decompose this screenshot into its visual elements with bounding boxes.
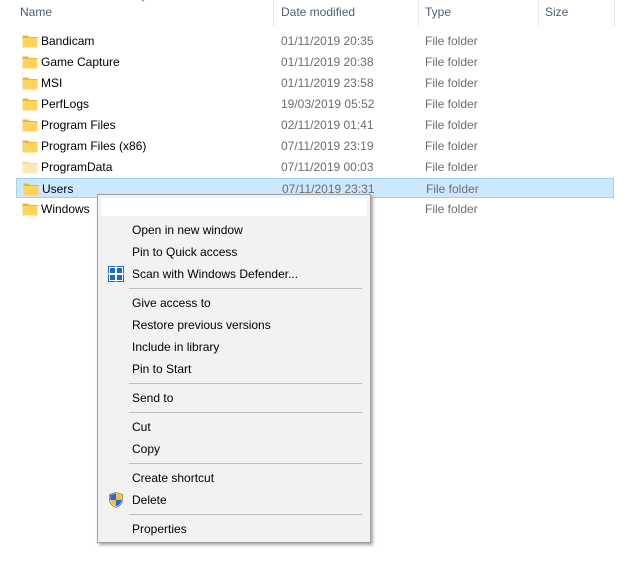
menu-item-label: Pin to Quick access [132,245,238,259]
menu-item-label: Scan with Windows Defender... [132,267,299,281]
folder-icon [23,182,39,196]
menu-item-cut[interactable]: Cut [101,416,367,438]
folder-icon [22,118,38,132]
menu-item-copy[interactable]: Copy [101,438,367,460]
file-row[interactable]: ProgramData 07/11/2019 00:03 File folder [16,157,614,177]
menu-item-restore-previous-versions[interactable]: Restore previous versions [101,314,367,336]
menu-separator [129,463,362,464]
file-name: Users [42,182,74,196]
column-header-bar: Name Date modified Type Size [0,0,625,26]
column-divider[interactable] [538,0,539,26]
file-row[interactable]: PerfLogs 19/03/2019 05:52 File folder [16,94,614,114]
file-date-modified: 01/11/2019 20:38 [281,55,374,69]
folder-icon [22,55,38,69]
file-type: File folder [426,182,479,196]
menu-item-label: Properties [132,522,187,536]
menu-item-pin-to-start[interactable]: Pin to Start [101,358,367,380]
hidden-folder-icon [22,160,38,174]
file-type: File folder [425,202,478,216]
folder-icon [22,139,38,153]
menu-item-scan-with-windows-defender[interactable]: Scan with Windows Defender... [101,263,367,285]
column-header-date-modified[interactable]: Date modified [281,0,355,26]
file-row[interactable]: Game Capture 01/11/2019 20:38 File folder [16,52,614,72]
file-type: File folder [425,97,478,111]
file-name: Program Files [41,118,116,132]
menu-separator [129,412,362,413]
menu-item-label: Send to [132,391,174,405]
file-date-modified: 19/03/2019 05:52 [281,97,375,111]
menu-separator [129,288,362,289]
menu-item-delete[interactable]: Delete [101,489,367,511]
menu-item-properties[interactable]: Properties [101,518,367,540]
file-name: MSI [41,76,63,90]
file-row[interactable]: Program Files 02/11/2019 01:41 File folder [16,115,614,135]
file-type: File folder [425,34,478,48]
windows-defender-icon [108,266,124,282]
file-date-modified: 01/11/2019 20:35 [281,34,374,48]
menu-item-create-shortcut[interactable]: Create shortcut [101,467,367,489]
menu-item-label: Copy [132,442,161,456]
menu-item-send-to[interactable]: Send to [101,387,367,409]
menu-item-label: Delete [132,493,167,507]
column-divider[interactable] [273,0,274,26]
file-type: File folder [425,55,478,69]
menu-item-label: Give access to [132,296,211,310]
column-divider[interactable] [614,0,615,26]
file-name: PerfLogs [41,97,90,111]
menu-item-open-in-new-window[interactable]: Open in new window [101,219,367,241]
file-type: File folder [425,160,478,174]
file-name: Windows [41,202,90,216]
menu-item-label: Restore previous versions [132,318,271,332]
menu-item-pin-to-quick-access[interactable]: Pin to Quick access [101,241,367,263]
file-name: Bandicam [41,34,95,48]
uac-shield-icon [108,492,124,508]
column-header-name[interactable]: Name [20,0,52,26]
menu-separator [129,514,362,515]
menu-item-label: Create shortcut [132,471,215,485]
folder-icon [22,202,38,216]
file-date-modified: 07/11/2019 00:03 [281,160,374,174]
file-type: File folder [425,118,478,132]
column-header-type[interactable]: Type [425,0,451,26]
context-menu: Open in new window Pin to Quick access Sca… [97,194,371,543]
menu-separator [129,383,362,384]
folder-icon [22,34,38,48]
file-date-modified: 02/11/2019 01:41 [281,118,374,132]
folder-icon [22,76,38,90]
file-name: Game Capture [41,55,120,69]
folder-icon [22,97,38,111]
column-header-size[interactable]: Size [545,0,568,26]
menu-top-blank-area [101,198,367,216]
file-name: Program Files (x86) [41,139,147,153]
sort-ascending-icon [141,0,145,2]
column-divider[interactable] [418,0,419,26]
file-name: ProgramData [41,160,113,174]
menu-item-give-access-to[interactable]: Give access to [101,292,367,314]
file-type: File folder [425,139,478,153]
file-row[interactable]: Program Files (x86) 07/11/2019 23:19 File … [16,136,614,156]
menu-item-label: Pin to Start [132,362,192,376]
file-row[interactable]: MSI 01/11/2019 23:58 File folder [16,73,614,93]
menu-item-include-in-library[interactable]: Include in library [101,336,367,358]
file-type: File folder [425,76,478,90]
file-date-modified: 01/11/2019 23:58 [281,76,374,90]
menu-item-label: Include in library [132,340,220,354]
file-row[interactable]: Bandicam 01/11/2019 20:35 File folder [16,31,614,51]
menu-item-label: Cut [132,420,151,434]
menu-item-label: Open in new window [132,223,243,237]
file-date-modified: 07/11/2019 23:19 [281,139,374,153]
